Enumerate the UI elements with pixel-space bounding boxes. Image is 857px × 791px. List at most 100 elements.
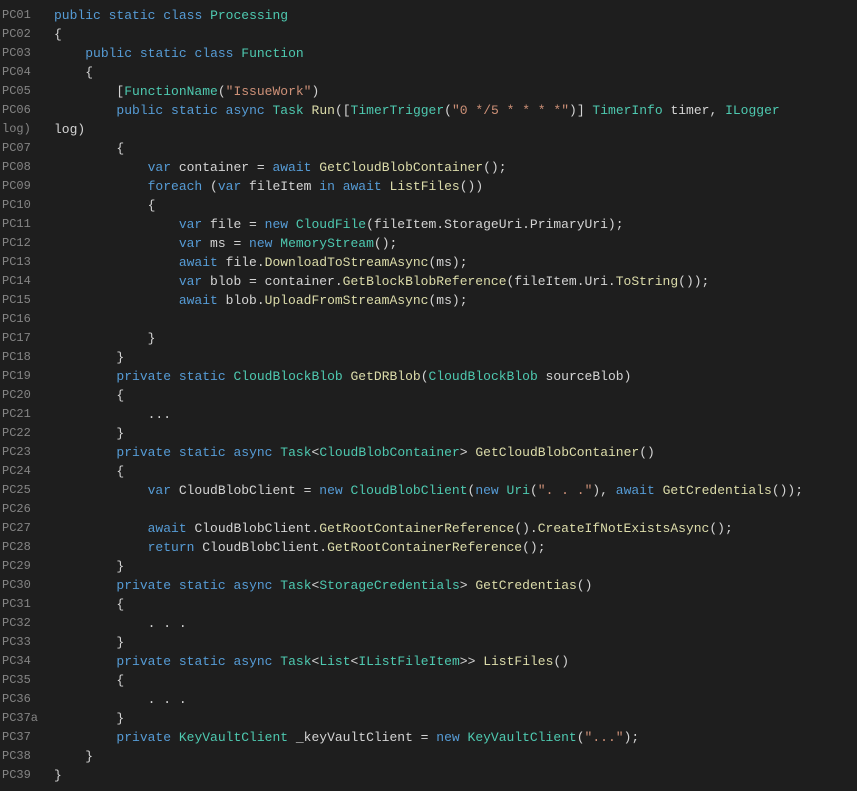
code-text: await file.DownloadToStreamAsync(ms);	[54, 253, 468, 272]
code-line: PC04 {	[0, 63, 857, 82]
line-number: PC37a	[2, 709, 54, 728]
code-line: PC12 var ms = new MemoryStream();	[0, 234, 857, 253]
line-number: PC37	[2, 728, 54, 747]
code-line: PC28 return CloudBlobClient.GetRootConta…	[0, 538, 857, 557]
line-number: PC39	[2, 766, 54, 785]
code-line: PC38 }	[0, 747, 857, 766]
line-number: PC04	[2, 63, 54, 82]
code-text: ...	[54, 405, 171, 424]
code-text: var blob = container.GetBlockBlobReferen…	[54, 272, 709, 291]
code-line: PC30 private static async Task<StorageCr…	[0, 576, 857, 595]
line-number: PC36	[2, 690, 54, 709]
code-line: PC09 foreach (var fileItem in await List…	[0, 177, 857, 196]
line-number: PC31	[2, 595, 54, 614]
code-text: var file = new CloudFile(fileItem.Storag…	[54, 215, 624, 234]
code-line: PC16	[0, 310, 857, 329]
code-text: }	[54, 709, 124, 728]
code-line: PC05 [FunctionName("IssueWork")	[0, 82, 857, 101]
line-number: PC28	[2, 538, 54, 557]
code-line: PC37 private KeyVaultClient _keyVaultCli…	[0, 728, 857, 747]
line-number: PC07	[2, 139, 54, 158]
line-number: PC12	[2, 234, 54, 253]
code-line: PC01public static class Processing	[0, 6, 857, 25]
line-number: PC30	[2, 576, 54, 595]
line-number: PC29	[2, 557, 54, 576]
code-line: PC34 private static async Task<List<ILis…	[0, 652, 857, 671]
code-line: PC07 {	[0, 139, 857, 158]
code-line: PC26	[0, 500, 857, 519]
code-text: }	[54, 424, 124, 443]
line-number: PC19	[2, 367, 54, 386]
code-text: {	[54, 196, 155, 215]
code-text: . . .	[54, 690, 187, 709]
code-line: PC27 await CloudBlobClient.GetRootContai…	[0, 519, 857, 538]
line-number: PC35	[2, 671, 54, 690]
line-number: PC38	[2, 747, 54, 766]
code-text: private static CloudBlockBlob GetDRBlob(…	[54, 367, 631, 386]
code-line: PC13 await file.DownloadToStreamAsync(ms…	[0, 253, 857, 272]
line-number: PC06	[2, 101, 54, 120]
code-text: return CloudBlobClient.GetRootContainerR…	[54, 538, 546, 557]
code-text: }	[54, 557, 124, 576]
code-text: await CloudBlobClient.GetRootContainerRe…	[54, 519, 733, 538]
code-line: PC18 }	[0, 348, 857, 367]
line-number: PC21	[2, 405, 54, 424]
line-number: log)	[2, 120, 54, 139]
code-text: foreach (var fileItem in await ListFiles…	[54, 177, 483, 196]
code-line: PC03 public static class Function	[0, 44, 857, 63]
code-text: public static class Processing	[54, 6, 288, 25]
line-number: PC32	[2, 614, 54, 633]
code-text: {	[54, 139, 124, 158]
code-text: var CloudBlobClient = new CloudBlobClien…	[54, 481, 803, 500]
line-number: PC27	[2, 519, 54, 538]
line-number: PC02	[2, 25, 54, 44]
code-text: [FunctionName("IssueWork")	[54, 82, 319, 101]
code-line: PC25 var CloudBlobClient = new CloudBlob…	[0, 481, 857, 500]
code-editor: PC01public static class ProcessingPC02{P…	[0, 0, 857, 791]
line-number: PC11	[2, 215, 54, 234]
code-text: }	[54, 633, 124, 652]
code-line: PC24 {	[0, 462, 857, 481]
code-line: PC33 }	[0, 633, 857, 652]
code-text: private static async Task<StorageCredent…	[54, 576, 592, 595]
code-line: PC35 {	[0, 671, 857, 690]
line-number: PC03	[2, 44, 54, 63]
line-number: PC26	[2, 500, 54, 519]
line-number: PC22	[2, 424, 54, 443]
code-text: }	[54, 329, 155, 348]
line-number: PC24	[2, 462, 54, 481]
code-text: }	[54, 766, 62, 785]
code-text: {	[54, 25, 62, 44]
code-text: }	[54, 747, 93, 766]
code-line: PC39}	[0, 766, 857, 785]
line-number: PC08	[2, 158, 54, 177]
code-line: PC02{	[0, 25, 857, 44]
line-number: PC14	[2, 272, 54, 291]
code-line: PC29 }	[0, 557, 857, 576]
line-number: PC25	[2, 481, 54, 500]
code-text: {	[54, 63, 93, 82]
code-line: PC22 }	[0, 424, 857, 443]
line-number: PC13	[2, 253, 54, 272]
code-line: PC15 await blob.UploadFromStreamAsync(ms…	[0, 291, 857, 310]
code-text: private KeyVaultClient _keyVaultClient =…	[54, 728, 639, 747]
code-line: PC17 }	[0, 329, 857, 348]
code-text: {	[54, 462, 124, 481]
code-line: PC10 {	[0, 196, 857, 215]
line-number: PC17	[2, 329, 54, 348]
code-line: PC11 var file = new CloudFile(fileItem.S…	[0, 215, 857, 234]
code-text: var container = await GetCloudBlobContai…	[54, 158, 507, 177]
code-text: {	[54, 595, 124, 614]
line-number: PC09	[2, 177, 54, 196]
line-number: PC16	[2, 310, 54, 329]
line-number: PC34	[2, 652, 54, 671]
line-number: PC10	[2, 196, 54, 215]
line-number: PC23	[2, 443, 54, 462]
code-line: PC37a }	[0, 709, 857, 728]
code-text: }	[54, 348, 124, 367]
line-number: PC33	[2, 633, 54, 652]
code-text: var ms = new MemoryStream();	[54, 234, 397, 253]
code-text: {	[54, 671, 124, 690]
code-text: {	[54, 386, 124, 405]
code-line: PC21 ...	[0, 405, 857, 424]
